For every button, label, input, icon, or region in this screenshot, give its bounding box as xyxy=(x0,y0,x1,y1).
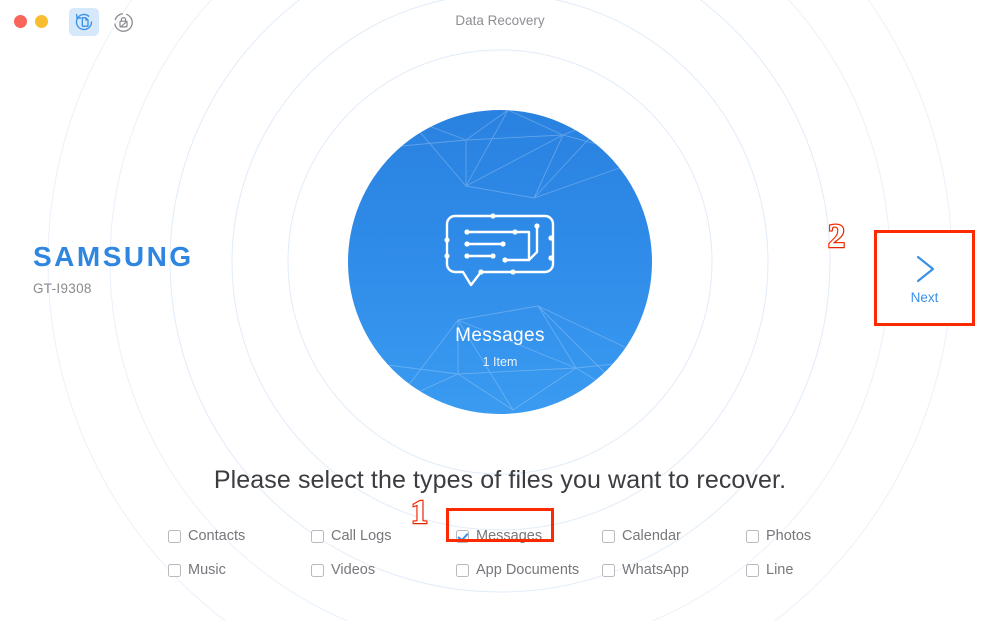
next-button-content: Next xyxy=(877,233,972,323)
data-recovery-window: Data Recovery SAMSUNG GT-I9308 Messages … xyxy=(0,0,1000,621)
checkbox-box[interactable] xyxy=(746,563,759,577)
checkbox-label: Messages xyxy=(476,528,543,544)
selected-type-count: 1 Item xyxy=(482,355,518,369)
checkbox-label: Videos xyxy=(331,562,376,578)
checkbox-videos[interactable]: Videos xyxy=(311,562,456,578)
device-brand: SAMSUNG xyxy=(33,241,194,272)
checkbox-box[interactable] xyxy=(168,529,181,543)
checkbox-box[interactable] xyxy=(456,529,469,543)
device-model: GT-I9308 xyxy=(33,281,92,296)
checkbox-whatsapp[interactable]: WhatsApp xyxy=(602,562,746,578)
window-title: Data Recovery xyxy=(455,13,545,28)
checkbox-label: Call Logs xyxy=(331,528,392,544)
checkbox-label: App Documents xyxy=(476,562,580,578)
message-bubble-icon xyxy=(444,213,555,287)
checkbox-calendar[interactable]: Calendar xyxy=(602,528,746,544)
checkbox-label: Music xyxy=(188,562,226,578)
checkbox-box[interactable] xyxy=(168,563,181,577)
chevron-right-icon xyxy=(916,255,934,282)
checkbox-music[interactable]: Music xyxy=(168,562,311,578)
checkbox-label: Contacts xyxy=(188,528,246,544)
checkbox-call-logs[interactable]: Call Logs xyxy=(311,528,456,544)
file-type-row: Contacts Call Logs Messages Calendar Pho… xyxy=(168,508,848,553)
selected-type-title: Messages xyxy=(455,325,545,346)
checkbox-line[interactable]: Line xyxy=(746,562,846,578)
checkbox-box[interactable] xyxy=(602,529,615,543)
next-button[interactable]: Next xyxy=(874,230,975,326)
title-bar: Data Recovery xyxy=(0,0,1000,45)
checkbox-app-documents[interactable]: App Documents xyxy=(456,562,602,578)
checkbox-label: Line xyxy=(766,562,794,578)
checkbox-box[interactable] xyxy=(746,529,759,543)
checkbox-messages[interactable]: Messages xyxy=(456,528,602,544)
checkbox-box[interactable] xyxy=(602,563,615,577)
checkbox-photos[interactable]: Photos xyxy=(746,528,846,544)
annotation-step-2: 2 xyxy=(827,218,846,255)
checkbox-contacts[interactable]: Contacts xyxy=(168,528,311,544)
device-info: SAMSUNG GT-I9308 xyxy=(33,241,194,297)
page-title: Please select the types of files you wan… xyxy=(213,466,787,494)
checkbox-label: Photos xyxy=(766,528,812,544)
checkbox-label: Calendar xyxy=(622,528,681,544)
checkbox-box[interactable] xyxy=(456,563,469,577)
checkbox-box[interactable] xyxy=(311,529,324,543)
selected-type-circle: Messages 1 Item xyxy=(348,110,652,414)
file-type-selector: Contacts Call Logs Messages Calendar Pho… xyxy=(168,508,848,587)
next-button-label: Next xyxy=(910,289,939,305)
checkbox-label: WhatsApp xyxy=(622,562,689,578)
file-type-row: Music Videos App Documents WhatsApp Line xyxy=(168,553,848,587)
checkbox-box[interactable] xyxy=(311,563,324,577)
